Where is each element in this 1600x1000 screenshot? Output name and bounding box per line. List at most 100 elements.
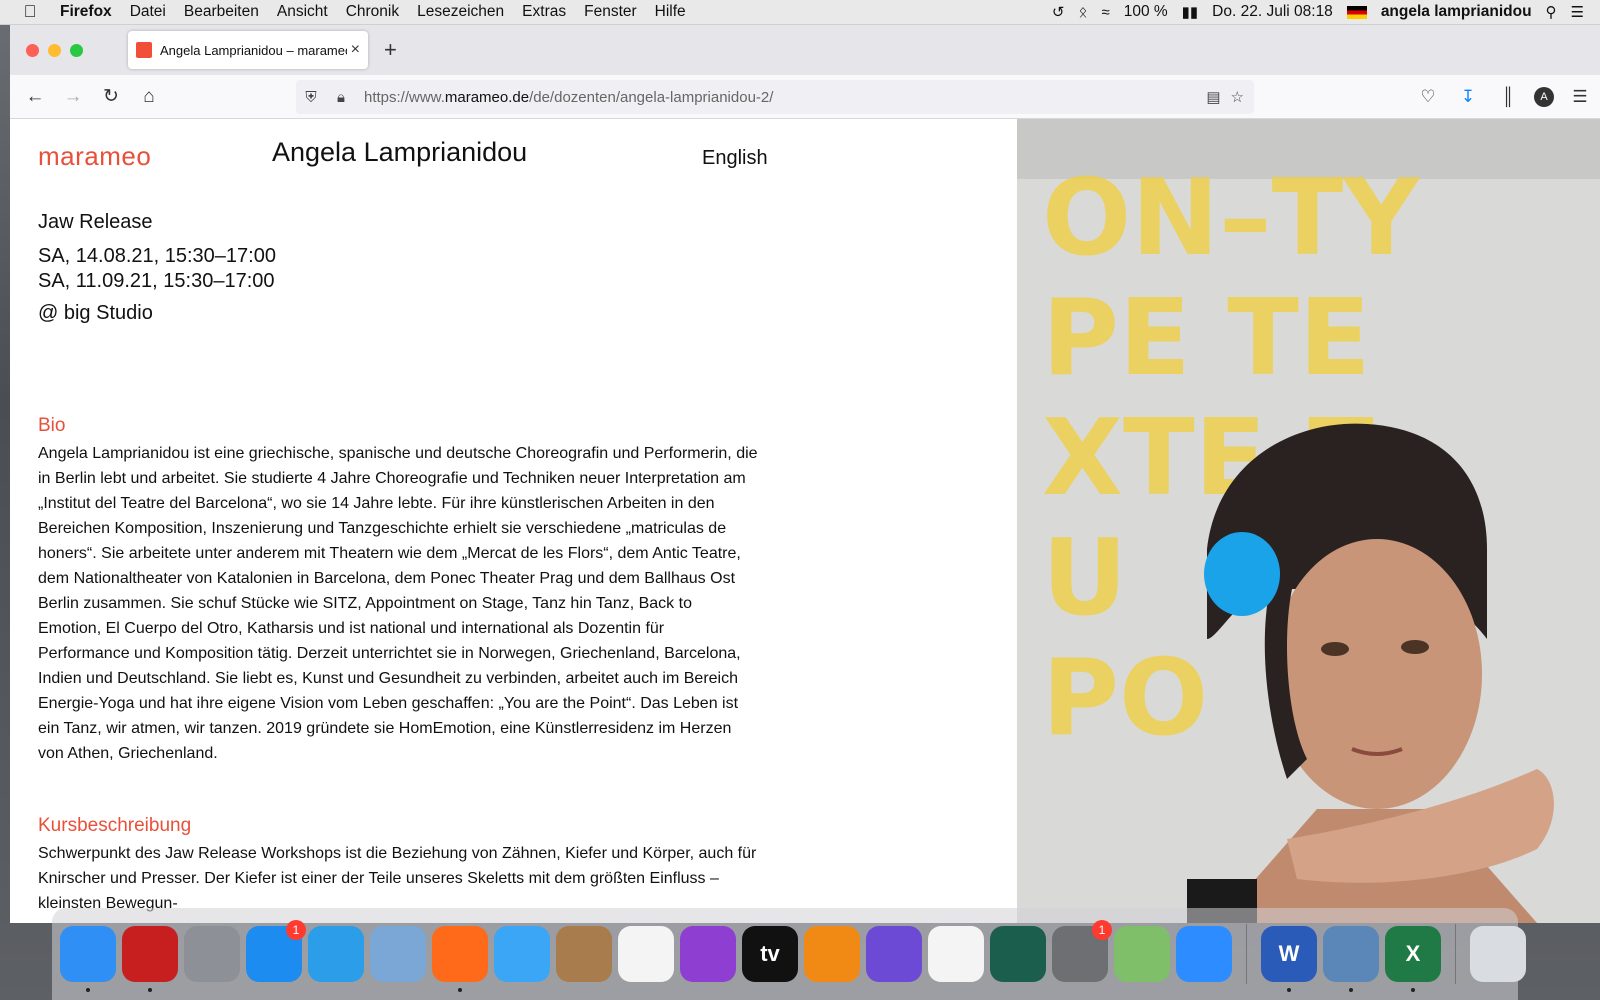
- toolbar-right-icons: ♡ ↧ ║ A ☰: [1414, 75, 1594, 119]
- browser-tab-active[interactable]: Angela Lamprianidou – marameo ×: [128, 31, 368, 69]
- dock-maps-icon[interactable]: [1114, 926, 1170, 982]
- dock-item-label: X: [1405, 941, 1421, 966]
- poster-text-line: PO: [1042, 637, 1208, 759]
- wifi-icon[interactable]: ≈: [1101, 4, 1109, 21]
- account-avatar-icon[interactable]: A: [1534, 87, 1554, 107]
- running-indicator-dot: [1287, 988, 1291, 992]
- running-indicator-dot: [1349, 988, 1353, 992]
- apple-menu-icon[interactable]: : [0, 2, 60, 22]
- close-window-button[interactable]: [26, 43, 39, 57]
- reader-view-icon[interactable]: ▤: [1206, 88, 1220, 106]
- window-controls: [26, 43, 83, 57]
- bio-text: Angela Lamprianidou ist eine griechische…: [38, 445, 758, 762]
- bluetooth-icon[interactable]: ᛟ: [1078, 4, 1087, 21]
- portrait-photo: ON–TY PE TE XTE Z U PO: [1017, 119, 1600, 923]
- control-center-icon[interactable]: ☰: [1571, 3, 1584, 21]
- dock-launchpad-icon[interactable]: [184, 926, 240, 982]
- site-logo[interactable]: marameo: [38, 141, 151, 172]
- dock-separator: [1455, 924, 1456, 984]
- battery-icon[interactable]: ▮▮: [1182, 3, 1199, 21]
- battery-percentage: 100 %: [1123, 3, 1168, 20]
- event-title: Jaw Release: [38, 211, 153, 233]
- macos-dock: 1 tv 1 W X: [52, 908, 1526, 1000]
- address-bar[interactable]: ⛨ 🔒︎ https://www.marameo.de/de/dozenten/…: [296, 80, 1254, 114]
- bio-heading: Bio: [38, 415, 66, 436]
- dock-imovie-icon[interactable]: [866, 926, 922, 982]
- back-arrow-icon[interactable]: ←: [16, 86, 54, 108]
- pocket-icon[interactable]: ♡: [1414, 87, 1442, 107]
- page-title: Angela Lamprianidou: [272, 137, 528, 167]
- dock-firefox-icon[interactable]: [432, 926, 488, 992]
- running-indicator-dot: [458, 988, 462, 992]
- dock-image-viewer-icon[interactable]: [1323, 926, 1379, 992]
- menu-hilfe[interactable]: Hilfe: [646, 3, 695, 21]
- menubar-clock[interactable]: Do. 22. Juli 08:18: [1212, 3, 1333, 21]
- dock-safari-icon[interactable]: [308, 926, 364, 982]
- dock-music-icon[interactable]: [618, 926, 674, 982]
- dock-apple-tv-icon[interactable]: tv: [742, 926, 798, 982]
- running-indicator-dot: [1411, 988, 1415, 992]
- new-tab-icon[interactable]: +: [384, 37, 397, 63]
- dock-zoom-icon[interactable]: [1176, 926, 1232, 982]
- dock-app-store-icon[interactable]: 1: [246, 920, 306, 982]
- tab-title: Angela Lamprianidou – marameo: [160, 42, 347, 58]
- bookmark-star-icon[interactable]: ☆: [1231, 88, 1244, 106]
- menu-lesezeichen[interactable]: Lesezeichen: [408, 3, 513, 21]
- dock-system-preferences-icon[interactable]: 1: [1052, 920, 1112, 982]
- dock-badge: 1: [286, 920, 306, 940]
- lock-icon[interactable]: 🔒︎: [326, 89, 356, 106]
- dock-item-label: tv: [760, 941, 780, 966]
- library-icon[interactable]: ║: [1494, 87, 1522, 107]
- dock-badge: 1: [1092, 920, 1112, 940]
- reload-icon[interactable]: ↻: [92, 85, 130, 108]
- dock-item-label: W: [1278, 941, 1300, 966]
- dock-messages-icon[interactable]: [494, 926, 550, 982]
- minimize-window-button[interactable]: [48, 43, 61, 57]
- event-date: SA, 11.09.21, 15:30–17:00: [38, 270, 275, 292]
- navigation-toolbar: ← → ↻ ⌂ ⛨ 🔒︎ https://www.marameo.de/de/d…: [10, 75, 1600, 119]
- spotlight-search-icon[interactable]: ⚲: [1546, 3, 1557, 21]
- course-description-heading: Kursbeschreibung: [38, 815, 192, 836]
- dock-trash-icon[interactable]: [1470, 926, 1526, 982]
- menu-ansicht[interactable]: Ansicht: [268, 3, 337, 21]
- poster-text-line: ON–TY: [1042, 157, 1421, 279]
- menu-chronik[interactable]: Chronik: [337, 3, 408, 21]
- menu-extras[interactable]: Extras: [513, 3, 575, 21]
- event-info: Jaw Release SA, 14.08.21, 15:30–17:00 SA…: [38, 211, 276, 325]
- menubar-status-area: ↺ ᛟ ≈ 100 % ▮▮ Do. 22. Juli 08:18 angela…: [1052, 3, 1600, 21]
- menu-bearbeiten[interactable]: Bearbeiten: [175, 3, 268, 21]
- dock-acrobat-icon[interactable]: [122, 926, 178, 992]
- input-source-flag-icon[interactable]: [1346, 5, 1367, 19]
- event-location: @ big Studio: [38, 302, 153, 324]
- dock-photos-icon[interactable]: [928, 926, 984, 982]
- tracking-protection-shield-icon[interactable]: ⛨: [296, 89, 326, 106]
- macos-menubar:  Firefox Datei Bearbeiten Ansicht Chron…: [0, 0, 1600, 25]
- dock-preview-icon[interactable]: [370, 926, 426, 982]
- menu-app-name[interactable]: Firefox: [60, 3, 121, 21]
- close-tab-icon[interactable]: ×: [351, 41, 360, 59]
- event-date: SA, 14.08.21, 15:30–17:00: [38, 245, 276, 267]
- tab-bar: Angela Lamprianidou – marameo × +: [10, 25, 1600, 75]
- zoom-window-button[interactable]: [70, 43, 83, 57]
- menu-datei[interactable]: Datei: [121, 3, 175, 21]
- time-machine-icon[interactable]: ↺: [1052, 3, 1065, 21]
- firefox-window: Angela Lamprianidou – marameo × + ← → ↻ …: [10, 25, 1600, 923]
- forward-arrow-icon[interactable]: →: [54, 86, 92, 108]
- dock-podcasts-icon[interactable]: [680, 926, 736, 982]
- dock-books-icon[interactable]: [804, 926, 860, 982]
- menu-fenster[interactable]: Fenster: [575, 3, 646, 21]
- url-text[interactable]: https://www.marameo.de/de/dozenten/angel…: [364, 89, 1206, 106]
- home-icon[interactable]: ⌂: [130, 86, 168, 108]
- dock-time-machine-icon[interactable]: [990, 926, 1046, 982]
- dock-contacts-icon[interactable]: [556, 926, 612, 982]
- dock-finder-icon[interactable]: [60, 926, 116, 992]
- running-indicator-dot: [148, 988, 152, 992]
- web-page-content: marameo Angela Lamprianidou English Jaw …: [10, 119, 1600, 923]
- dock-word-icon[interactable]: W: [1261, 926, 1317, 992]
- course-description-text: Schwerpunkt des Jaw Release Workshops is…: [38, 845, 757, 912]
- hamburger-menu-icon[interactable]: ☰: [1566, 87, 1594, 107]
- language-switch-link[interactable]: English: [702, 147, 768, 170]
- menubar-user-name[interactable]: angela lamprianidou: [1381, 3, 1532, 21]
- dock-excel-icon[interactable]: X: [1385, 926, 1441, 992]
- downloads-icon[interactable]: ↧: [1454, 87, 1482, 107]
